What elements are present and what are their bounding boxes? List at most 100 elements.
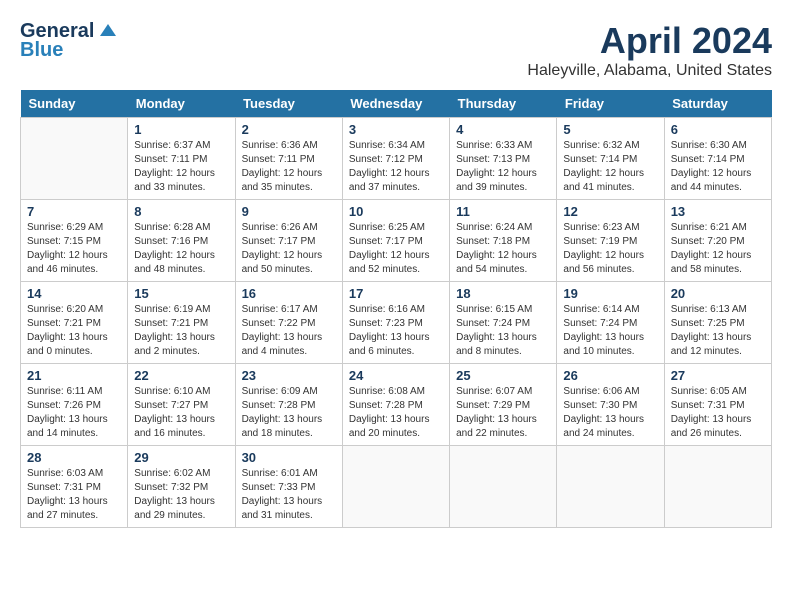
week-row-3: 14Sunrise: 6:20 AM Sunset: 7:21 PM Dayli…	[21, 282, 772, 364]
weekday-saturday: Saturday	[664, 90, 771, 118]
day-info: Sunrise: 6:05 AM Sunset: 7:31 PM Dayligh…	[671, 385, 765, 441]
calendar-cell: 11 Sunrise: 6:24 AM Sunset: 7:18 PM Dayli…	[450, 200, 557, 282]
day-info: Sunrise: 6:30 AM Sunset: 7:14 PM Dayligh…	[671, 139, 765, 195]
day-info: Sunrise: 6:06 AM Sunset: 7:30 PM Dayligh…	[563, 385, 657, 441]
day-info: Sunrise: 6:14 AM Sunset: 7:24 PM Dayligh…	[563, 303, 657, 359]
calendar-cell: 26 Sunrise: 6:06 AM Sunset: 7:30 PM Dayli…	[557, 364, 664, 446]
calendar-cell: 12 Sunrise: 6:23 AM Sunset: 7:19 PM Dayli…	[557, 200, 664, 282]
day-info: Sunrise: 6:01 AM Sunset: 7:33 PM Dayligh…	[242, 467, 336, 523]
day-info: Sunrise: 6:28 AM Sunset: 7:16 PM Dayligh…	[134, 221, 228, 277]
day-number: 11	[456, 204, 550, 219]
day-number: 2	[242, 122, 336, 137]
calendar-cell: 5 Sunrise: 6:32 AM Sunset: 7:14 PM Daylig…	[557, 118, 664, 200]
weekday-monday: Monday	[128, 90, 235, 118]
weekday-wednesday: Wednesday	[342, 90, 449, 118]
title-block: April 2024 Haleyville, Alabama, United S…	[527, 20, 772, 80]
day-info: Sunrise: 6:24 AM Sunset: 7:18 PM Dayligh…	[456, 221, 550, 277]
day-number: 5	[563, 122, 657, 137]
day-number: 10	[349, 204, 443, 219]
day-number: 20	[671, 286, 765, 301]
day-info: Sunrise: 6:29 AM Sunset: 7:15 PM Dayligh…	[27, 221, 121, 277]
day-info: Sunrise: 6:17 AM Sunset: 7:22 PM Dayligh…	[242, 303, 336, 359]
day-info: Sunrise: 6:23 AM Sunset: 7:19 PM Dayligh…	[563, 221, 657, 277]
day-number: 28	[27, 450, 121, 465]
calendar-cell: 18Sunrise: 6:15 AM Sunset: 7:24 PM Dayli…	[450, 282, 557, 364]
day-info: Sunrise: 6:02 AM Sunset: 7:32 PM Dayligh…	[134, 467, 228, 523]
day-info: Sunrise: 6:32 AM Sunset: 7:14 PM Dayligh…	[563, 139, 657, 195]
day-number: 7	[27, 204, 121, 219]
calendar-cell: 19 Sunrise: 6:14 AM Sunset: 7:24 PM Dayli…	[557, 282, 664, 364]
day-info: Sunrise: 6:21 AM Sunset: 7:20 PM Dayligh…	[671, 221, 765, 277]
calendar-cell	[557, 446, 664, 528]
calendar-cell: 6 Sunrise: 6:30 AM Sunset: 7:14 PM Daylig…	[664, 118, 771, 200]
day-number: 17	[349, 286, 443, 301]
calendar-cell: 27 Sunrise: 6:05 AM Sunset: 7:31 PM Dayli…	[664, 364, 771, 446]
day-info: Sunrise: 6:37 AM Sunset: 7:11 PM Dayligh…	[134, 139, 228, 195]
calendar-cell: 8 Sunrise: 6:28 AM Sunset: 7:16 PM Daylig…	[128, 200, 235, 282]
calendar-cell: 2 Sunrise: 6:36 AM Sunset: 7:11 PM Daylig…	[235, 118, 342, 200]
day-number: 22	[134, 368, 228, 383]
location-text: Haleyville, Alabama, United States	[527, 62, 772, 80]
day-number: 29	[134, 450, 228, 465]
calendar-cell: 28Sunrise: 6:03 AM Sunset: 7:31 PM Dayli…	[21, 446, 128, 528]
day-number: 19	[563, 286, 657, 301]
day-info: Sunrise: 6:07 AM Sunset: 7:29 PM Dayligh…	[456, 385, 550, 441]
day-number: 27	[671, 368, 765, 383]
day-number: 15	[134, 286, 228, 301]
calendar-cell: 22 Sunrise: 6:10 AM Sunset: 7:27 PM Dayli…	[128, 364, 235, 446]
calendar-cell: 1Sunrise: 6:37 AM Sunset: 7:11 PM Daylig…	[128, 118, 235, 200]
calendar-cell: 7 Sunrise: 6:29 AM Sunset: 7:15 PM Daylig…	[21, 200, 128, 282]
weekday-header-row: SundayMondayTuesdayWednesdayThursdayFrid…	[21, 90, 772, 118]
calendar-cell: 20 Sunrise: 6:13 AM Sunset: 7:25 PM Dayli…	[664, 282, 771, 364]
calendar-cell: 21 Sunrise: 6:11 AM Sunset: 7:26 PM Dayli…	[21, 364, 128, 446]
calendar-cell: 10 Sunrise: 6:25 AM Sunset: 7:17 PM Dayli…	[342, 200, 449, 282]
day-info: Sunrise: 6:16 AM Sunset: 7:23 PM Dayligh…	[349, 303, 443, 359]
day-number: 21	[27, 368, 121, 383]
calendar-cell: 14Sunrise: 6:20 AM Sunset: 7:21 PM Dayli…	[21, 282, 128, 364]
logo-icon	[98, 22, 118, 42]
calendar-cell: 23Sunrise: 6:09 AM Sunset: 7:28 PM Dayli…	[235, 364, 342, 446]
page-header: General Blue April 2024 Haleyville, Alab…	[20, 20, 772, 80]
day-info: Sunrise: 6:08 AM Sunset: 7:28 PM Dayligh…	[349, 385, 443, 441]
calendar-cell: 3 Sunrise: 6:34 AM Sunset: 7:12 PM Daylig…	[342, 118, 449, 200]
weekday-thursday: Thursday	[450, 90, 557, 118]
day-info: Sunrise: 6:36 AM Sunset: 7:11 PM Dayligh…	[242, 139, 336, 195]
calendar-table: SundayMondayTuesdayWednesdayThursdayFrid…	[20, 90, 772, 528]
day-number: 30	[242, 450, 336, 465]
day-info: Sunrise: 6:13 AM Sunset: 7:25 PM Dayligh…	[671, 303, 765, 359]
week-row-1: 1Sunrise: 6:37 AM Sunset: 7:11 PM Daylig…	[21, 118, 772, 200]
logo: General Blue	[20, 20, 118, 62]
day-info: Sunrise: 6:34 AM Sunset: 7:12 PM Dayligh…	[349, 139, 443, 195]
calendar-cell: 24 Sunrise: 6:08 AM Sunset: 7:28 PM Dayli…	[342, 364, 449, 446]
calendar-body: 1Sunrise: 6:37 AM Sunset: 7:11 PM Daylig…	[21, 118, 772, 528]
day-number: 25	[456, 368, 550, 383]
weekday-friday: Friday	[557, 90, 664, 118]
calendar-cell: 30 Sunrise: 6:01 AM Sunset: 7:33 PM Dayli…	[235, 446, 342, 528]
calendar-cell: 17 Sunrise: 6:16 AM Sunset: 7:23 PM Dayli…	[342, 282, 449, 364]
month-title: April 2024	[527, 20, 772, 62]
day-info: Sunrise: 6:11 AM Sunset: 7:26 PM Dayligh…	[27, 385, 121, 441]
day-number: 8	[134, 204, 228, 219]
day-number: 24	[349, 368, 443, 383]
weekday-sunday: Sunday	[21, 90, 128, 118]
logo-blue: Blue	[20, 39, 63, 62]
day-number: 12	[563, 204, 657, 219]
day-info: Sunrise: 6:10 AM Sunset: 7:27 PM Dayligh…	[134, 385, 228, 441]
calendar-cell: 16Sunrise: 6:17 AM Sunset: 7:22 PM Dayli…	[235, 282, 342, 364]
day-number: 6	[671, 122, 765, 137]
calendar-cell	[664, 446, 771, 528]
calendar-cell: 29 Sunrise: 6:02 AM Sunset: 7:32 PM Dayli…	[128, 446, 235, 528]
day-info: Sunrise: 6:25 AM Sunset: 7:17 PM Dayligh…	[349, 221, 443, 277]
week-row-4: 21 Sunrise: 6:11 AM Sunset: 7:26 PM Dayli…	[21, 364, 772, 446]
week-row-5: 28Sunrise: 6:03 AM Sunset: 7:31 PM Dayli…	[21, 446, 772, 528]
day-info: Sunrise: 6:26 AM Sunset: 7:17 PM Dayligh…	[242, 221, 336, 277]
day-number: 3	[349, 122, 443, 137]
week-row-2: 7 Sunrise: 6:29 AM Sunset: 7:15 PM Daylig…	[21, 200, 772, 282]
day-number: 13	[671, 204, 765, 219]
calendar-cell: 13 Sunrise: 6:21 AM Sunset: 7:20 PM Dayli…	[664, 200, 771, 282]
day-number: 26	[563, 368, 657, 383]
day-number: 9	[242, 204, 336, 219]
day-number: 18	[456, 286, 550, 301]
weekday-tuesday: Tuesday	[235, 90, 342, 118]
day-info: Sunrise: 6:33 AM Sunset: 7:13 PM Dayligh…	[456, 139, 550, 195]
